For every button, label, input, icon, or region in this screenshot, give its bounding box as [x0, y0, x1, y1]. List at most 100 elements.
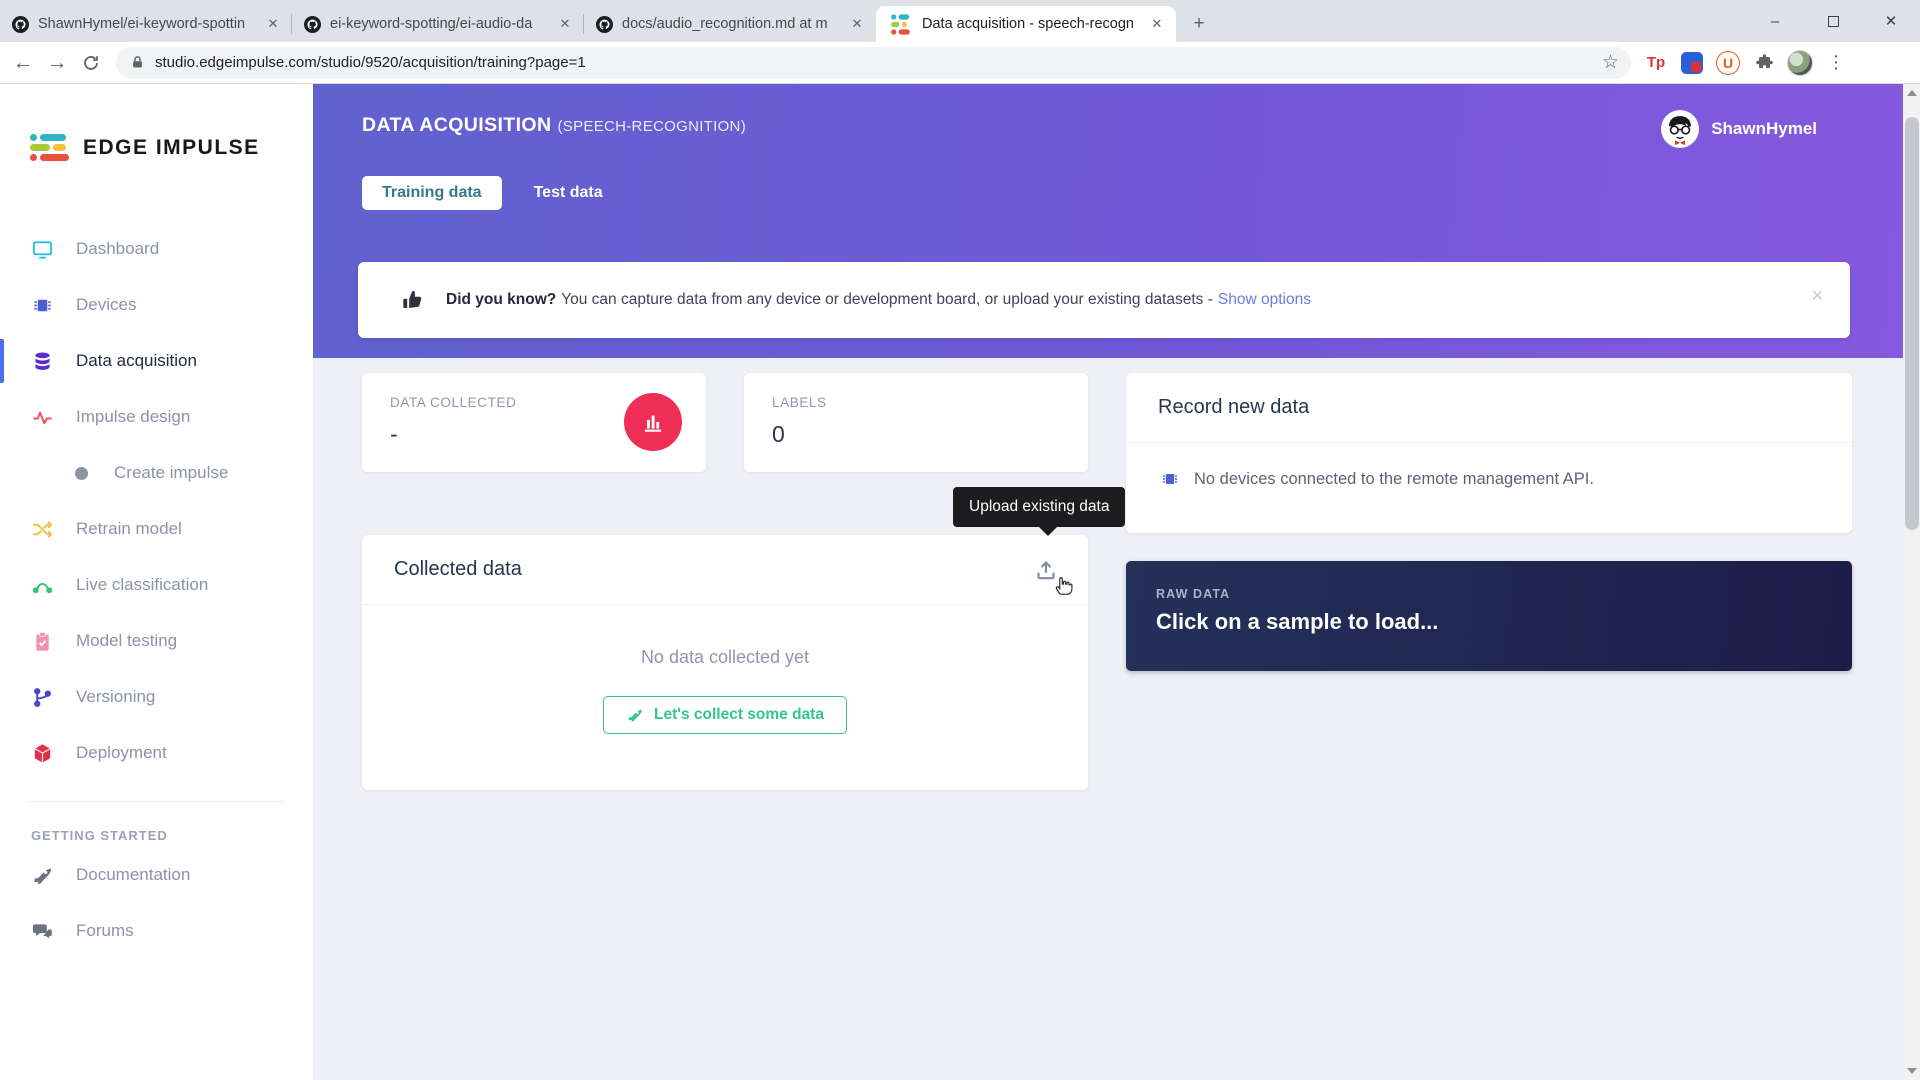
thumbs-up-icon [400, 288, 424, 312]
sidebar-item-model-testing[interactable]: Model testing [0, 613, 313, 669]
mouse-cursor [1051, 572, 1077, 598]
logo-text: EDGE IMPULSE [83, 136, 260, 160]
sidebar-item-impulse-design[interactable]: Impulse design [0, 389, 313, 445]
profile-photo [1787, 50, 1813, 76]
shield-lock-icon [1681, 52, 1703, 74]
maximize-button[interactable] [1804, 0, 1862, 42]
reload-button[interactable] [74, 46, 108, 80]
scrollbar-thumb[interactable] [1905, 117, 1919, 530]
collected-card-title: Collected data [394, 558, 522, 581]
reload-icon [82, 54, 100, 72]
sidebar-item-documentation[interactable]: Documentation [0, 847, 313, 903]
browser-tab-active[interactable]: Data acquisition - speech-recogn ✕ [876, 6, 1176, 42]
avatar [1661, 110, 1699, 148]
sidebar-item-devices[interactable]: Devices [0, 277, 313, 333]
user-chip[interactable]: ShawnHymel [1661, 110, 1817, 148]
tab-title: Data acquisition - speech-recogn [922, 16, 1139, 32]
tab-close-icon[interactable]: ✕ [264, 15, 282, 33]
browser-tabstrip: ShawnHymel/ei-keyword-spottin ✕ ei-keywo… [0, 0, 1920, 42]
stat-value: - [390, 421, 398, 448]
raw-data-panel: RAW DATA Click on a sample to load... [1126, 561, 1852, 671]
tab-title: ShawnHymel/ei-keyword-spottin [38, 16, 255, 32]
page-title-row: DATA ACQUISITION(SPEECH-RECOGNITION) [362, 114, 746, 137]
empty-message: No data collected yet [362, 647, 1088, 668]
browser-menu-button[interactable]: ⋮ [1821, 48, 1851, 78]
collected-card-body: No data collected yet Let's collect some… [362, 647, 1088, 734]
edge-impulse-favicon [888, 11, 913, 38]
edge-impulse-logo-icon [30, 134, 69, 161]
chat-bubbles-icon [31, 920, 54, 943]
extension-shield-icon[interactable] [1677, 48, 1707, 78]
browser-toolbar: ← → studio.edgeimpulse.com/studio/9520/a… [0, 42, 1920, 84]
record-new-data-card: Record new data No devices connected to … [1126, 373, 1852, 533]
record-card-body: No devices connected to the remote manag… [1126, 443, 1852, 489]
bookmark-star-icon[interactable]: ☆ [1602, 51, 1619, 74]
no-devices-message: No devices connected to the remote manag… [1194, 470, 1594, 489]
nodes-arc-icon [31, 574, 54, 597]
show-options-link[interactable]: Show options [1218, 291, 1311, 308]
browser-tab-2[interactable]: ei-keyword-spotting/ei-audio-da ✕ [292, 6, 584, 42]
data-collected-card: DATA COLLECTED - [362, 373, 706, 472]
extensions-puzzle-button[interactable] [1749, 48, 1779, 78]
bullet-icon [75, 467, 88, 480]
tab-close-icon[interactable]: ✕ [848, 15, 866, 33]
sidebar-section-title: GETTING STARTED [0, 802, 313, 847]
address-bar[interactable]: studio.edgeimpulse.com/studio/9520/acqui… [116, 47, 1631, 79]
stat-value: 0 [772, 421, 785, 448]
browser-tab-3[interactable]: docs/audio_recognition.md at m ✕ [584, 6, 876, 42]
sidebar-item-retrain-model[interactable]: Retrain model [0, 501, 313, 557]
stat-label: DATA COLLECTED [390, 395, 516, 410]
rocket-icon [31, 864, 54, 887]
main-content: DATA ACQUISITION(SPEECH-RECOGNITION) Sha… [313, 84, 1903, 1080]
data-tabs: Training data Test data [362, 176, 605, 210]
new-tab-button[interactable]: + [1184, 9, 1214, 39]
browser-tab-1[interactable]: ShawnHymel/ei-keyword-spottin ✕ [0, 6, 292, 42]
github-icon [304, 16, 321, 33]
extension-ublock-icon[interactable]: U [1713, 48, 1743, 78]
scroll-up-arrow[interactable] [1903, 84, 1920, 101]
banner-close-icon[interactable]: ✕ [1811, 286, 1824, 306]
url-text[interactable]: studio.edgeimpulse.com/studio/9520/acqui… [155, 54, 1602, 71]
bar-chart-icon [640, 409, 666, 435]
collect-button-label: Let's collect some data [654, 706, 824, 724]
back-button[interactable]: ← [6, 46, 40, 80]
project-name: (SPEECH-RECOGNITION) [557, 118, 746, 135]
sidebar-item-create-impulse[interactable]: Create impulse [0, 445, 313, 501]
sidebar-item-deployment[interactable]: Deployment [0, 725, 313, 781]
cube-icon [31, 742, 54, 765]
browser-profile-avatar[interactable] [1785, 48, 1815, 78]
forward-button[interactable]: → [40, 46, 74, 80]
edge-impulse-logo[interactable]: EDGE IMPULSE [0, 84, 313, 161]
minimize-button[interactable]: – [1746, 0, 1804, 42]
sidebar: EDGE IMPULSE Dashboard Devices Data acqu… [0, 84, 313, 1080]
maximize-icon [1828, 16, 1839, 27]
collect-data-button[interactable]: Let's collect some data [603, 696, 847, 734]
tab-training-data[interactable]: Training data [362, 176, 502, 210]
github-icon [596, 16, 613, 33]
monitor-icon [31, 238, 54, 261]
sidebar-item-live-classification[interactable]: Live classification [0, 557, 313, 613]
chip-icon [31, 294, 54, 317]
scroll-down-arrow[interactable] [1907, 1068, 1917, 1079]
upload-tooltip: Upload existing data [953, 487, 1125, 527]
sidebar-item-dashboard[interactable]: Dashboard [0, 221, 313, 277]
tab-close-icon[interactable]: ✕ [1148, 15, 1166, 33]
edge-impulse-app: EDGE IMPULSE Dashboard Devices Data acqu… [0, 84, 1920, 1080]
page-scrollbar[interactable] [1903, 84, 1920, 1080]
sidebar-item-versioning[interactable]: Versioning [0, 669, 313, 725]
tab-close-icon[interactable]: ✕ [556, 15, 574, 33]
u-letter-icon: U [1716, 51, 1740, 75]
sidebar-item-forums[interactable]: Forums [0, 903, 313, 959]
window-controls: – ✕ [1746, 0, 1920, 42]
clipboard-check-icon [31, 630, 54, 653]
tab-title: docs/audio_recognition.md at m [622, 16, 839, 32]
shuffle-icon [31, 518, 54, 541]
close-window-button[interactable]: ✕ [1862, 0, 1920, 42]
banner-body: You can capture data from any device or … [561, 291, 1213, 308]
extension-tp-icon[interactable]: Tp [1641, 48, 1671, 78]
sidebar-item-data-acquisition[interactable]: Data acquisition [0, 333, 313, 389]
tab-test-data[interactable]: Test data [532, 176, 605, 210]
waveform-icon [31, 406, 54, 429]
banner-bold: Did you know? [446, 291, 556, 308]
labels-card: LABELS 0 [744, 373, 1088, 472]
